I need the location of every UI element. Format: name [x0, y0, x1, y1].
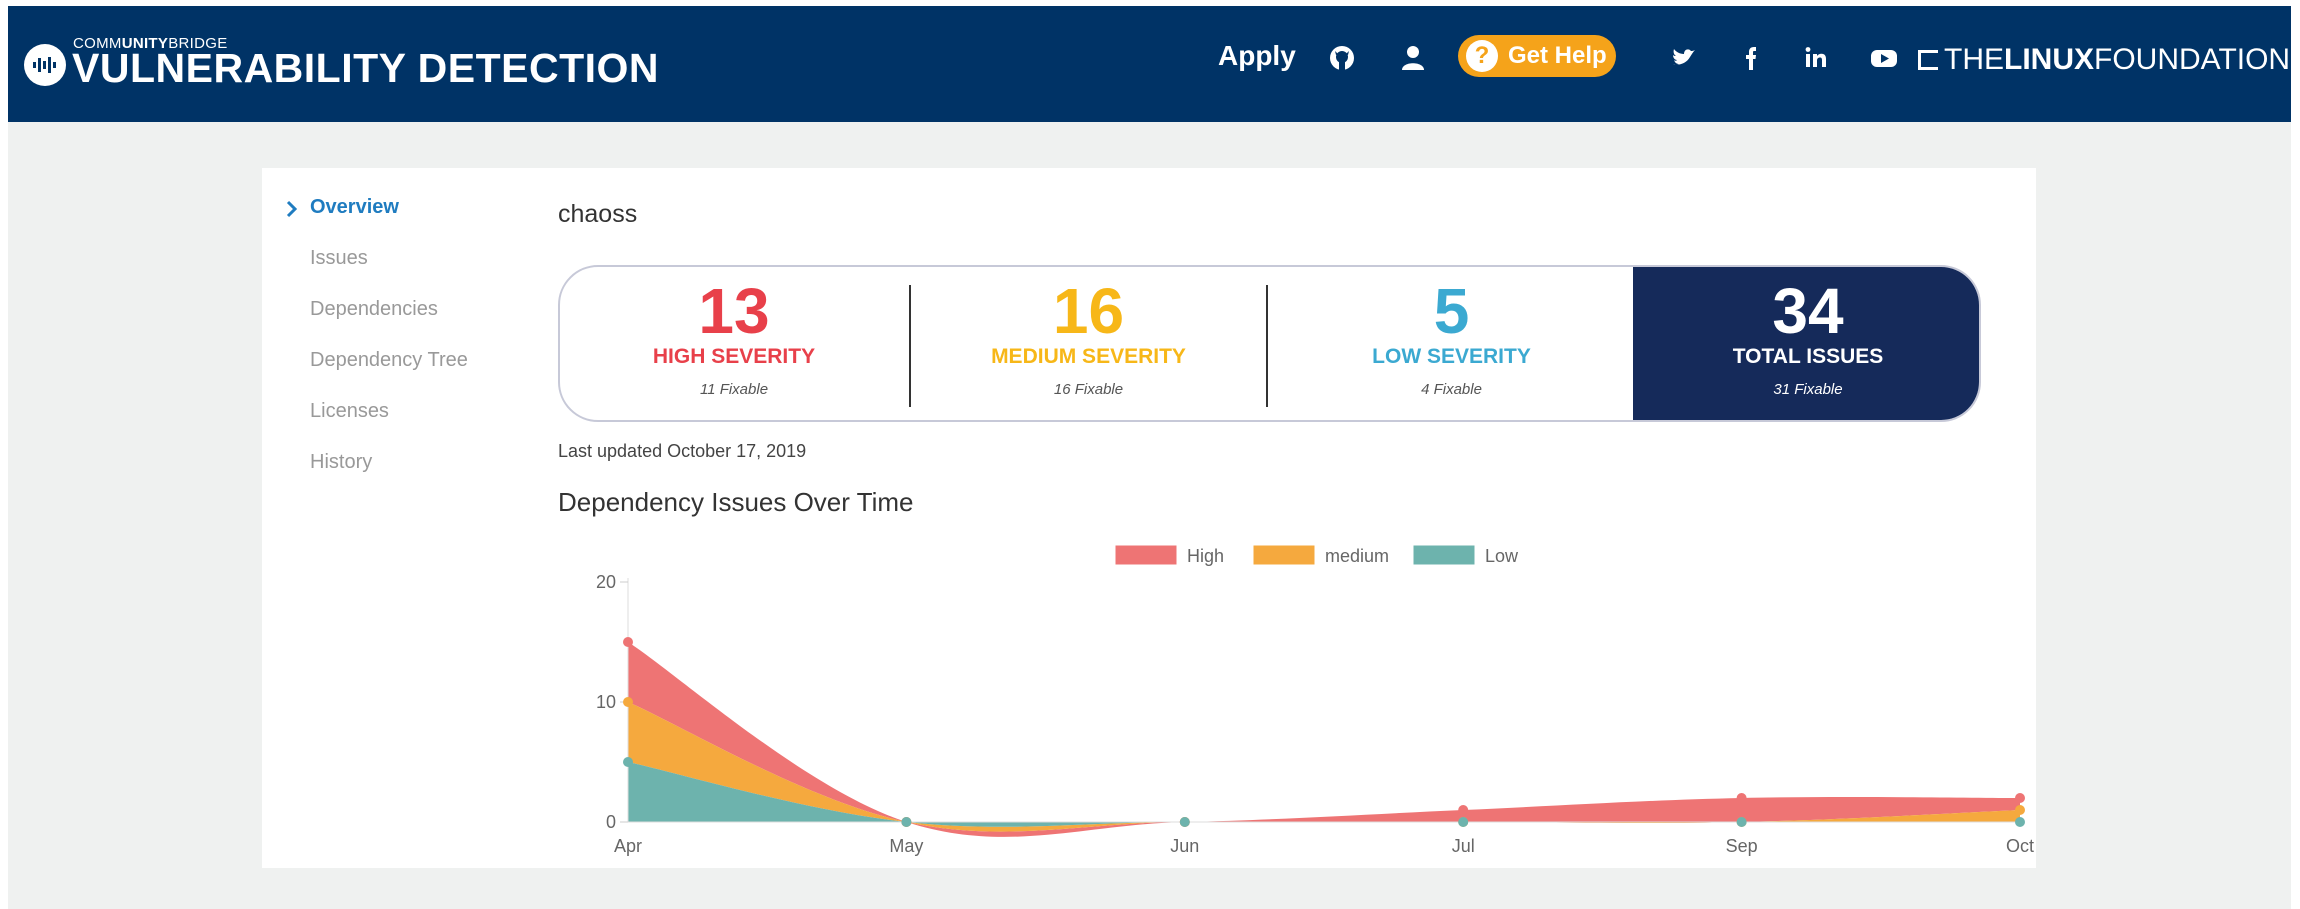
stat-high: 13 HIGH SEVERITY 11 Fixable [560, 267, 908, 420]
stat-low-fixable: 4 Fixable [1421, 381, 1482, 398]
data-point [623, 757, 633, 767]
chart-title: Dependency Issues Over Time [558, 487, 914, 517]
community-bridge-logo-icon [24, 44, 66, 86]
help-icon: ? [1466, 40, 1498, 72]
x-tick-label: Apr [614, 836, 642, 856]
youtube-icon[interactable] [1868, 42, 1900, 74]
sidebar-item-dependencies[interactable]: Dependencies [310, 298, 438, 321]
data-point [1736, 817, 1747, 827]
project-name: chaoss [558, 200, 638, 228]
github-icon[interactable] [1326, 42, 1358, 74]
brand-title: VULNERABILITY DETECTION [72, 45, 660, 91]
x-tick-label: Jun [1170, 836, 1199, 856]
legend-swatch [1412, 544, 1476, 566]
last-updated: Last updated October 17, 2019 [558, 441, 807, 461]
data-point [2015, 817, 2025, 827]
legend-label: High [1187, 546, 1224, 566]
stat-low-value: 5 [1433, 275, 1470, 347]
linux-foundation-mark-icon [1918, 50, 1938, 70]
legend-label: Low [1485, 546, 1519, 566]
get-help-label: Get Help [1508, 42, 1607, 69]
get-help-button[interactable]: ? Get Help [1458, 35, 1616, 77]
stat-high-fixable: 11 Fixable [699, 381, 769, 398]
stat-medium: 16 MEDIUM SEVERITY 16 Fixable [911, 267, 1266, 420]
apply-link[interactable]: Apply [1218, 40, 1296, 72]
legend-swatch [1114, 544, 1178, 566]
y-tick-label: 10 [596, 692, 616, 712]
y-tick-label: 0 [606, 812, 616, 832]
data-point [2015, 793, 2025, 803]
twitter-icon[interactable] [1668, 42, 1700, 74]
sidebar-item-overview[interactable]: Overview [310, 196, 399, 219]
sidebar-item-licenses[interactable]: Licenses [310, 400, 389, 423]
data-point [1736, 793, 1747, 803]
data-point [1458, 817, 1469, 827]
stat-total-fixable: 31 Fixable [1773, 381, 1843, 398]
stat-low-label: LOW SEVERITY [1372, 345, 1531, 368]
stat-total-label: TOTAL ISSUES [1732, 345, 1884, 368]
y-tick-label: 20 [596, 572, 616, 592]
stat-total-value: 34 [1772, 275, 1844, 347]
stat-total: 34 TOTAL ISSUES 31 Fixable [1633, 267, 1979, 420]
stat-medium-label: MEDIUM SEVERITY [991, 345, 1186, 368]
stat-high-value: 13 [698, 275, 770, 347]
x-tick-label: Oct [2006, 836, 2034, 856]
linux-foundation-logo[interactable]: THE LINUX FOUNDATION [1918, 43, 2290, 77]
data-point [901, 817, 912, 827]
x-tick-label: Jul [1452, 836, 1475, 856]
linkedin-icon[interactable] [1800, 42, 1832, 74]
data-point [2015, 805, 2025, 815]
stat-medium-fixable: 16 Fixable [1053, 381, 1124, 398]
facebook-icon[interactable] [1735, 42, 1767, 74]
data-point [623, 697, 633, 707]
stat-medium-value: 16 [1052, 275, 1125, 347]
top-nav-bar: COMMUNITYBRIDGE VULNERABILITY DETECTION … [8, 6, 2291, 122]
data-point [623, 637, 633, 647]
legend-label: medium [1325, 546, 1389, 566]
x-tick-label: May [889, 836, 923, 856]
sidebar-item-history[interactable]: History [310, 451, 372, 474]
legend-swatch [1252, 544, 1316, 566]
user-icon[interactable] [1397, 42, 1429, 74]
chevron-right-icon [286, 200, 298, 223]
data-point [1179, 817, 1190, 827]
issues-over-time-chart: 0 10 20 Apr May Jun Jul Sep Oct High medium Low [596, 544, 2034, 856]
stat-high-label: HIGH SEVERITY [652, 345, 816, 368]
x-tick-label: Sep [1726, 836, 1758, 856]
severity-summary: 13 HIGH SEVERITY 11 Fixable 16 MEDIUM SE… [558, 265, 1981, 422]
sidebar-item-dependency-tree[interactable]: Dependency Tree [310, 349, 468, 372]
sidebar-item-issues[interactable]: Issues [310, 247, 368, 270]
data-point [1458, 805, 1469, 815]
stat-low: 5 LOW SEVERITY 4 Fixable [1268, 267, 1635, 420]
